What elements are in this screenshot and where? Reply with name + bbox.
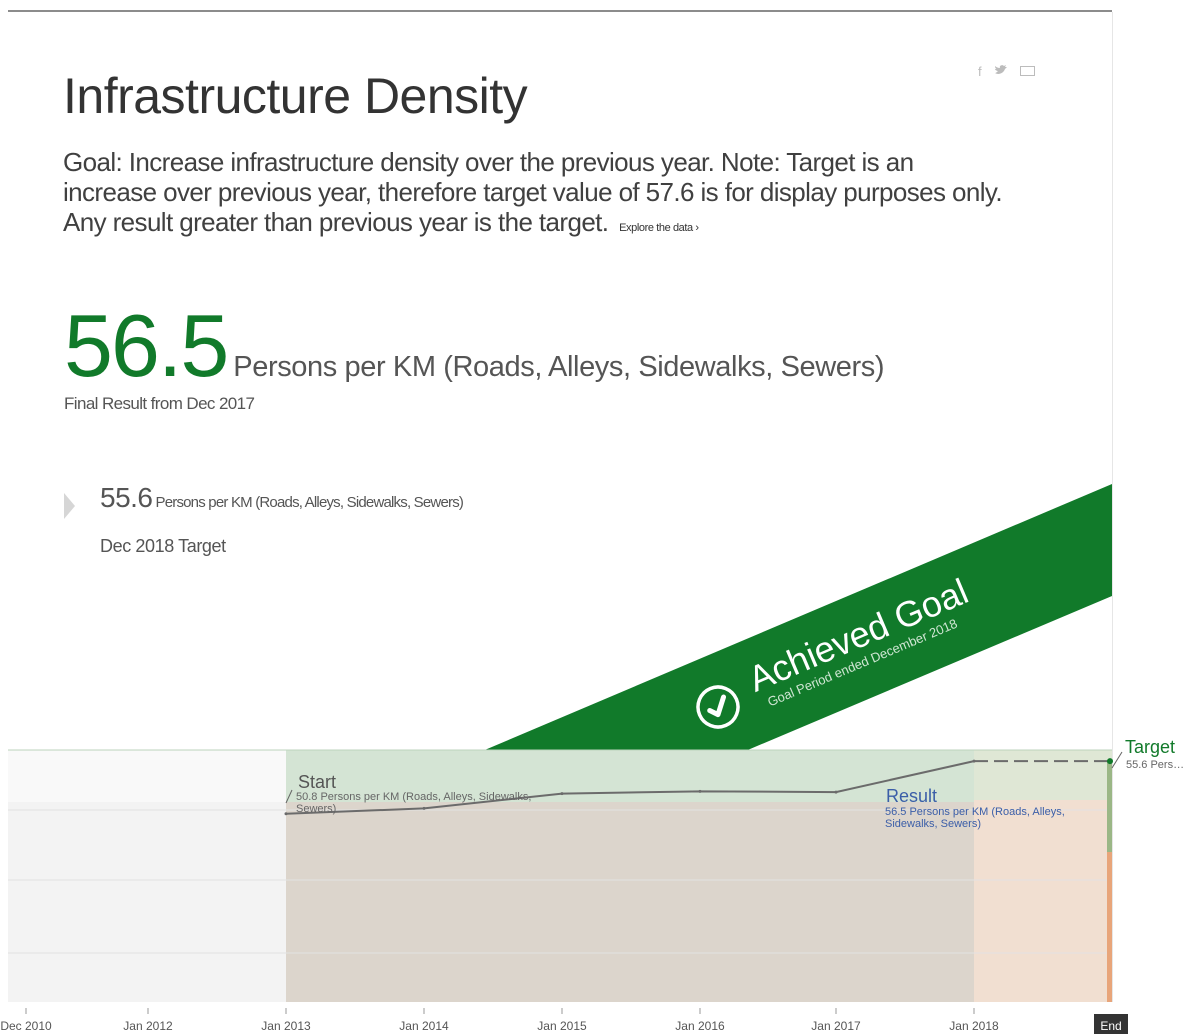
start-annotation: 50.8 Persons per KM (Roads, Alleys, Side…	[296, 791, 532, 815]
x-tick-label: Jan 2017	[811, 1019, 861, 1033]
target-period-top-band	[974, 750, 1112, 800]
data-point[interactable]	[834, 790, 838, 794]
target-text: 55.6 Pers…	[1126, 759, 1184, 771]
end-label[interactable]: End	[1100, 1019, 1121, 1033]
result-title: Result	[886, 786, 937, 806]
x-tick-label: Jan 2012	[123, 1019, 173, 1033]
target-title: Target	[1125, 737, 1175, 757]
data-point[interactable]	[698, 789, 702, 793]
x-tick-label: Jan 2013	[261, 1019, 311, 1033]
target-bar-orange	[1107, 852, 1112, 1002]
result-chart: Dec 2010 Jan 2012 Jan 2013 Jan 2014 Jan 2015…	[0, 737, 1184, 1034]
x-axis: Dec 2010 Jan 2012 Jan 2013 Jan 2014 Jan 2015…	[0, 1008, 999, 1033]
data-point[interactable]	[560, 792, 564, 796]
data-point[interactable]	[284, 812, 288, 816]
x-tick-label: Jan 2014	[399, 1019, 449, 1033]
start-title: Start	[298, 772, 336, 792]
result-annotation: 56.5 Persons per KM (Roads, Alleys, Side…	[885, 806, 1065, 830]
x-tick-label: Jan 2016	[675, 1019, 725, 1033]
target-bar-green	[1107, 762, 1112, 852]
result-text: 56.5 Persons per KM (Roads, Alleys, Side…	[885, 806, 1065, 830]
data-point[interactable]	[1107, 758, 1113, 765]
start-text: 50.8 Persons per KM (Roads, Alleys, Side…	[296, 791, 532, 815]
data-point[interactable]	[972, 759, 976, 763]
x-tick-label: Jan 2015	[537, 1019, 587, 1033]
target-callout	[1111, 751, 1123, 769]
chart-top-strip	[8, 750, 286, 802]
x-tick-label: Dec 2010	[0, 1019, 52, 1033]
x-tick-label: Jan 2018	[949, 1019, 999, 1033]
